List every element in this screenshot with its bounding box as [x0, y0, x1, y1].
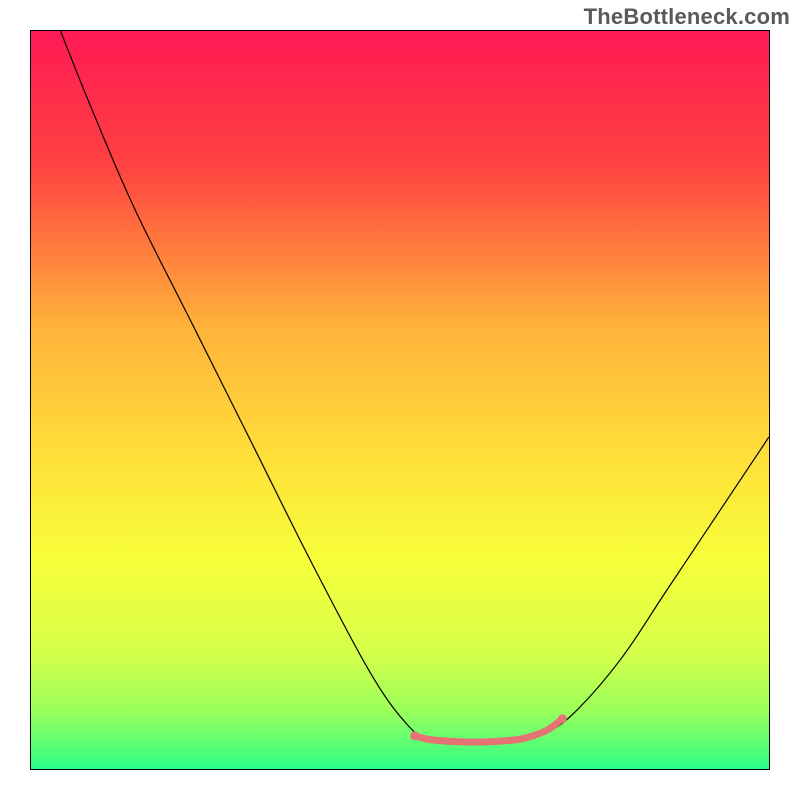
- chart-svg: [31, 31, 769, 769]
- heatmap-background: [31, 31, 769, 769]
- plot-area: [30, 30, 770, 770]
- chart-frame: TheBottleneck.com: [0, 0, 800, 800]
- watermark-text: TheBottleneck.com: [584, 4, 790, 30]
- highlight-end-dot: [558, 714, 567, 723]
- highlight-start-dot: [410, 731, 419, 740]
